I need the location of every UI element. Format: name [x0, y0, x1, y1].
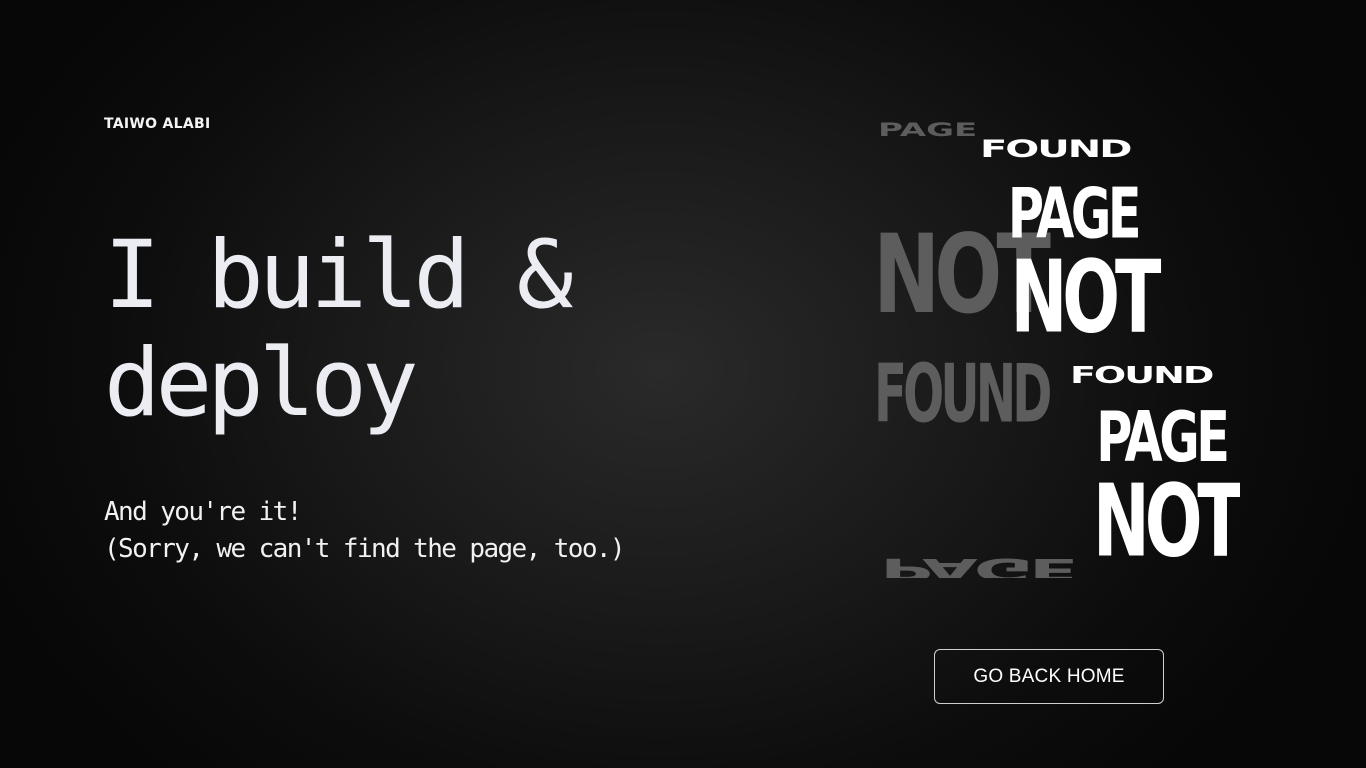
brand-name[interactable]: TAIWO ALABI — [104, 116, 211, 132]
ribbon-back-top-text: PAGE — [878, 120, 977, 141]
ribbon-back-bottom-text: PAGE — [880, 551, 1074, 578]
headline-line-2: deploy — [104, 329, 419, 438]
headline: I build & deploy — [104, 221, 573, 438]
subtext-line-2: (Sorry, we can't find the page, too.) — [104, 534, 626, 564]
go-back-home-button[interactable]: GO BACK HOME — [934, 649, 1164, 704]
ribbon-back-found-text: FOUND — [874, 346, 1050, 441]
subtext-line-1: And you're it! — [104, 497, 302, 527]
subtext: And you're it! (Sorry, we can't find the… — [104, 494, 626, 568]
ribbon-front-top-text: FOUND — [980, 135, 1131, 163]
ribbon-front-lower-not-text: NOT — [1093, 464, 1240, 578]
headline-line-1: I build & — [104, 221, 573, 330]
ribbon-front-mid-found-text: FOUND — [1070, 363, 1213, 389]
page-not-found-illustration: PAGE NOT FOUND PAGE FOUND PAGE NOT FOUND… — [873, 120, 1240, 578]
ribbon-front-not-text: NOT — [1010, 241, 1161, 357]
